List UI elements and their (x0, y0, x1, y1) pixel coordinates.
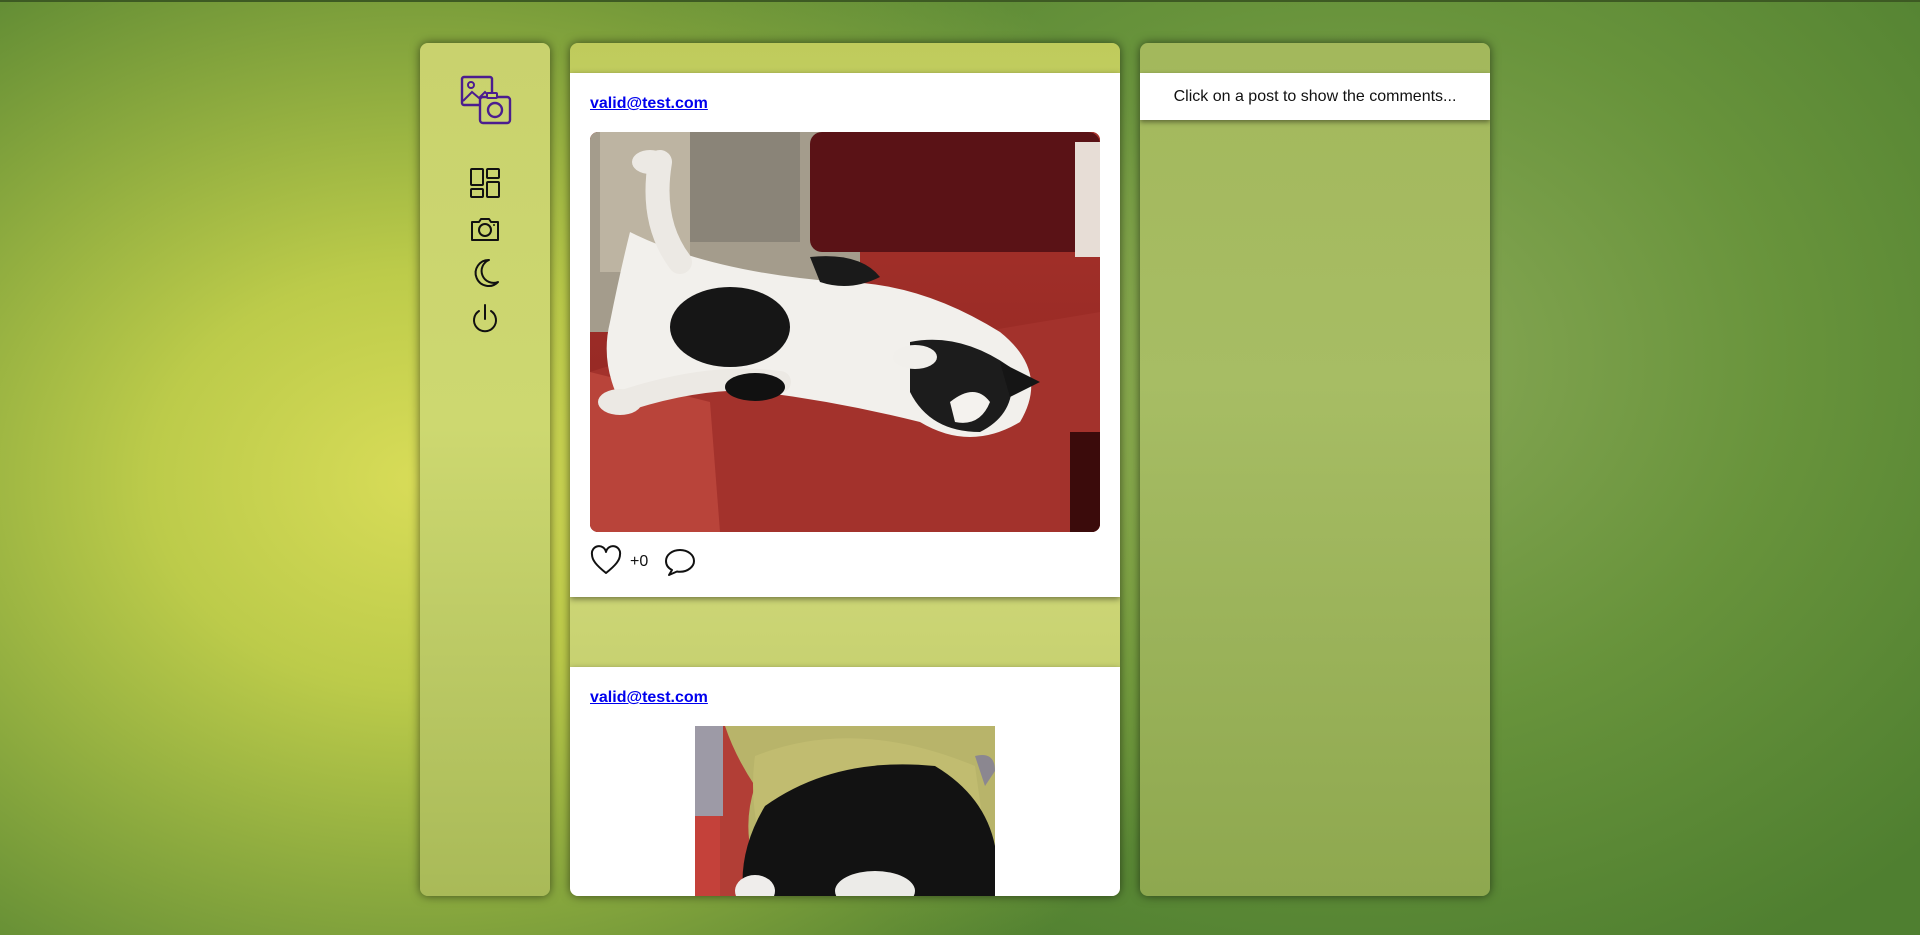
dashboard-grid-icon[interactable] (469, 167, 501, 199)
window-top-border (0, 0, 1920, 2)
comment-bubble-icon[interactable] (664, 547, 696, 577)
heart-icon[interactable] (590, 545, 622, 577)
power-icon[interactable] (469, 303, 501, 335)
comments-panel: Click on a post to show the comments... (1140, 43, 1490, 896)
post-author-link[interactable]: valid@test.com (590, 689, 708, 707)
post-author-link[interactable]: valid@test.com (590, 95, 708, 113)
photo-camera-logo-icon[interactable] (460, 75, 512, 127)
post-image-cat-on-blanket[interactable] (695, 726, 995, 896)
like-count: +0 (630, 553, 649, 570)
feed: valid@test.com +0 valid@test.com (570, 43, 1120, 896)
moon-icon[interactable] (469, 257, 501, 289)
post-image-cat-on-red-couch[interactable] (590, 132, 1100, 532)
comments-hint: Click on a post to show the comments... (1140, 73, 1490, 120)
cat-photo (695, 726, 995, 896)
post-card[interactable]: valid@test.com (570, 667, 1120, 896)
cat-photo (590, 132, 1100, 532)
sidebar (420, 43, 550, 896)
post-card[interactable]: valid@test.com (570, 73, 1120, 597)
camera-icon[interactable] (469, 213, 501, 245)
